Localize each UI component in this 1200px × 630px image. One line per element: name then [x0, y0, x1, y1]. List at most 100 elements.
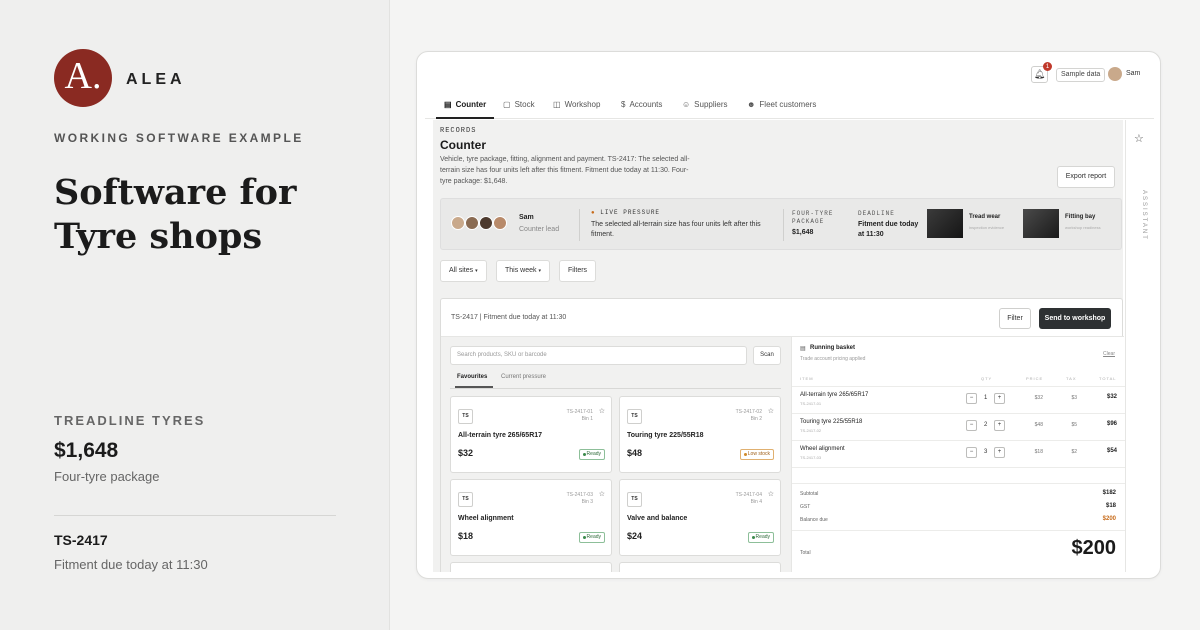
status-badge: Ready — [578, 532, 605, 543]
brand-name: ALEA — [126, 71, 186, 88]
line-price: $48 — [1034, 422, 1043, 428]
package-amount: $1,648 — [54, 439, 119, 462]
line-price: $18 — [1034, 449, 1043, 455]
tab-favourites[interactable]: Favourites — [455, 374, 493, 388]
total-label: Total — [800, 550, 811, 556]
product-badge: TS — [458, 492, 473, 507]
product-card[interactable]: TS TS-2417-01 Bin 1 ☆ All-terrain tyre 2… — [450, 396, 612, 473]
star-icon[interactable]: ☆ — [768, 407, 774, 415]
page-description: Vehicle, tyre package, fitting, alignmen… — [440, 156, 690, 185]
line-qty: 1 — [984, 395, 988, 401]
star-icon[interactable]: ☆ — [768, 490, 774, 498]
divider — [792, 386, 1125, 387]
filters-button[interactable]: Filters — [559, 260, 597, 282]
decrease-button[interactable]: − — [966, 393, 977, 404]
star-icon[interactable]: ☆ — [599, 490, 605, 498]
status-badge: Low stock — [739, 449, 774, 460]
decrease-button[interactable]: − — [966, 420, 977, 431]
decrease-button[interactable]: − — [966, 447, 977, 458]
clear-link[interactable]: Clear — [1103, 351, 1115, 357]
person-role: Counter lead — [519, 226, 560, 233]
scan-button[interactable]: Scan — [753, 346, 781, 365]
job-status: Fitment due today at 11:30 — [54, 557, 208, 572]
divider — [792, 413, 1125, 414]
eyebrow-text: WORKING SOFTWARE EXAMPLE — [54, 131, 304, 145]
increase-button[interactable]: + — [994, 420, 1005, 431]
assistant-label[interactable]: ASSISTANT — [1141, 190, 1147, 241]
tab-current-pressure[interactable]: Current pressure — [501, 374, 546, 388]
subtotal-label: Subtotal — [800, 491, 819, 497]
fitting-bay-title: Fitting bay — [1065, 214, 1096, 220]
product-card[interactable] — [450, 562, 612, 572]
product-card[interactable]: TS TS-2417-02 Bin 2 ☆ Touring tyre 225/5… — [619, 396, 781, 473]
line-tax: $3 — [1071, 395, 1077, 401]
tab-accounts[interactable]: $ Accounts — [621, 91, 662, 119]
star-icon[interactable]: ☆ — [1134, 132, 1144, 145]
package-value: $1,648 — [792, 229, 814, 236]
balance-due-value: $200 — [1102, 516, 1116, 522]
tab-workshop[interactable]: ◫ Workshop — [553, 91, 600, 119]
live-pressure-text: The selected all-terrain size has four u… — [591, 221, 761, 238]
product-card[interactable]: TS TS-2417-03 Bin 3 ☆ Wheel alignment $1… — [450, 479, 612, 556]
basket-subtitle: Trade account pricing applied — [800, 356, 866, 362]
user-name[interactable]: Sam — [1126, 70, 1140, 77]
subtotal-value: $182 — [1102, 490, 1116, 496]
avatar — [479, 216, 493, 230]
dropdown-label: All sites — [449, 267, 474, 274]
top-bar: 🔔︎ 1 Sample data Sam — [425, 60, 1154, 90]
line-tax: $5 — [1071, 422, 1077, 428]
page-title: Counter — [440, 138, 486, 152]
fleet-icon: ☻ — [747, 100, 756, 109]
divider — [792, 483, 1125, 484]
tab-stock[interactable]: ▢ Stock — [503, 91, 535, 119]
divider — [792, 467, 1125, 468]
product-bin: Bin 2 — [750, 416, 762, 422]
product-price: $48 — [627, 448, 643, 458]
filter-button[interactable]: Filter — [999, 308, 1031, 329]
nav-tabs: ▤ Counter ▢ Stock ◫ Workshop $ Accounts ☺ Sup… — [425, 91, 1154, 119]
live-label-text: LIVE PRESSURE — [600, 209, 661, 216]
app-window: 🔔︎ 1 Sample data Sam ▤ Counter ▢ Stock ◫ Wo… — [416, 51, 1161, 579]
balance-due-label: Balance due — [800, 517, 828, 523]
avatar[interactable] — [1108, 67, 1122, 81]
deadline-label: DEADLINE — [858, 210, 895, 217]
fitting-bay-image[interactable] — [1023, 209, 1059, 238]
document-icon: ▤ — [800, 346, 806, 352]
avatar — [493, 216, 507, 230]
gst-label: GST — [800, 504, 811, 510]
period-dropdown[interactable]: This week ▾ — [496, 260, 550, 282]
increase-button[interactable]: + — [994, 447, 1005, 458]
sites-dropdown[interactable]: All sites ▾ — [440, 260, 487, 282]
product-price: $18 — [458, 531, 474, 541]
basket-title: Running basket — [810, 345, 856, 351]
product-card[interactable]: TS TS-2417-04 Bin 4 ☆ Valve and balance … — [619, 479, 781, 556]
column-header: PRICE — [1026, 376, 1044, 381]
store-icon: ▤ — [444, 100, 452, 109]
line-name: Wheel alignment — [800, 446, 845, 452]
divider — [54, 515, 336, 516]
product-bin: Bin 1 — [581, 416, 593, 422]
product-card[interactable] — [619, 562, 781, 572]
search-input[interactable]: Search products, SKU or barcode — [450, 346, 747, 365]
avatar — [465, 216, 479, 230]
product-price: $24 — [627, 531, 643, 541]
line-tax: $2 — [1071, 449, 1077, 455]
send-to-workshop-button[interactable]: Send to workshop — [1039, 308, 1111, 329]
product-code: TS-2417-03 — [566, 492, 593, 498]
tab-counter[interactable]: ▤ Counter — [436, 91, 494, 119]
tread-wear-sub: inspection evidence — [969, 225, 1005, 230]
live-pressure-label: ● LIVE PRESSURE — [591, 209, 660, 216]
sample-data-button[interactable]: Sample data — [1056, 68, 1106, 82]
increase-button[interactable]: + — [994, 393, 1005, 404]
export-report-button[interactable]: Export report — [1057, 166, 1115, 188]
box-icon: ▢ — [503, 100, 511, 109]
tab-suppliers[interactable]: ☺ Suppliers — [682, 91, 728, 119]
line-name: Touring tyre 225/55R18 — [800, 419, 863, 425]
divider — [783, 209, 784, 241]
deadline-value: Fitment due today at 11:30 — [858, 221, 919, 238]
line-code: TS-2417-02 — [800, 428, 822, 433]
hero-panel: A. ALEA WORKING SOFTWARE EXAMPLE Softwar… — [0, 0, 390, 630]
tab-fleet-customers[interactable]: ☻ Fleet customers — [747, 91, 816, 119]
tread-wear-image[interactable] — [927, 209, 963, 238]
star-icon[interactable]: ☆ — [599, 407, 605, 415]
